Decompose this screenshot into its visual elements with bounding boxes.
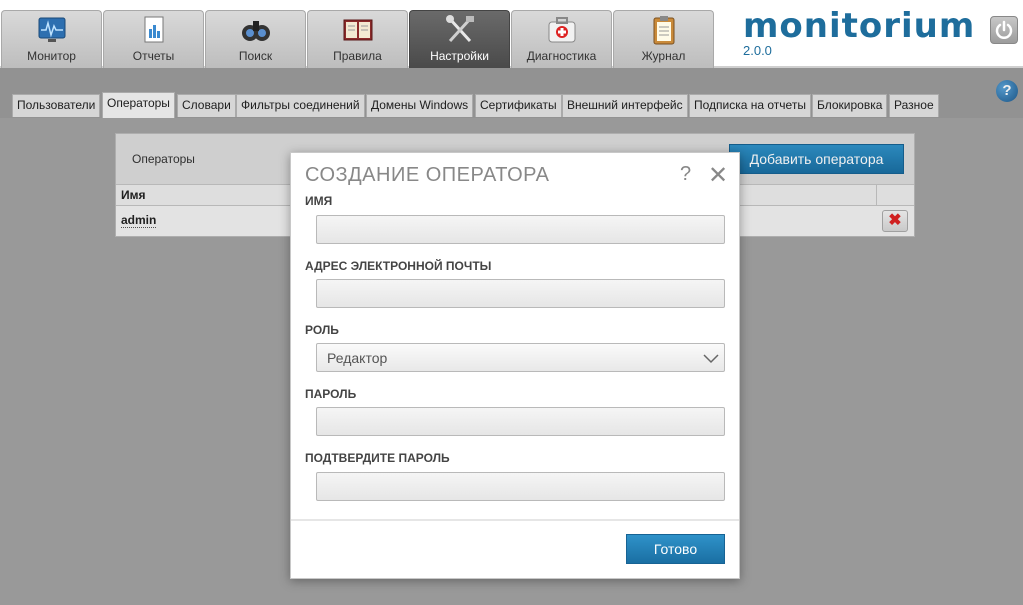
dialog-help-icon[interactable]: ? xyxy=(680,163,691,186)
confirm-password-label: ПОДТВЕРДИТЕ ПАРОЛЬ xyxy=(305,451,450,465)
create-operator-dialog: СОЗДАНИЕ ОПЕРАТОРА ? ✕ ИМЯ АДРЕС ЭЛЕКТРО… xyxy=(290,152,740,579)
tab-label: Монитор xyxy=(27,49,76,63)
name-label: ИМЯ xyxy=(305,194,333,208)
confirm-password-input[interactable] xyxy=(316,472,725,501)
chevron-down-icon xyxy=(703,354,719,364)
tab-label: Отчеты xyxy=(132,49,175,63)
name-input[interactable] xyxy=(316,215,725,244)
tab-rules[interactable]: Правила xyxy=(307,10,408,68)
tab-label: Диагностика xyxy=(526,49,597,63)
app-version: 2.0.0 xyxy=(743,43,772,58)
tab-diagnostics[interactable]: Диагностика xyxy=(511,10,612,68)
app-logo: monitorium xyxy=(743,6,976,46)
tools-icon xyxy=(446,15,474,43)
tab-search[interactable]: Поиск xyxy=(205,10,306,68)
tab-journal[interactable]: Журнал xyxy=(613,10,714,68)
monitor-icon xyxy=(38,17,66,42)
power-icon xyxy=(995,20,1013,39)
done-button[interactable]: Готово xyxy=(626,534,725,564)
first-aid-icon xyxy=(548,17,576,43)
email-input[interactable] xyxy=(316,279,725,308)
tab-label: Журнал xyxy=(641,49,686,63)
tab-monitor[interactable]: Монитор xyxy=(1,10,102,68)
email-label: АДРЕС ЭЛЕКТРОННОЙ ПОЧТЫ xyxy=(305,259,492,273)
binoculars-icon xyxy=(242,21,270,41)
tab-label: Настройки xyxy=(430,49,489,63)
role-label: РОЛЬ xyxy=(305,323,339,337)
clipboard-icon xyxy=(653,16,675,45)
tab-settings[interactable]: Настройки xyxy=(409,10,510,68)
role-selected-value: Редактор xyxy=(327,350,388,366)
tab-reports[interactable]: Отчеты xyxy=(103,10,204,68)
password-input[interactable] xyxy=(316,407,725,436)
rules-book-icon xyxy=(343,19,373,41)
tab-label: Правила xyxy=(333,49,382,63)
reports-icon xyxy=(144,16,164,43)
close-icon[interactable]: ✕ xyxy=(708,161,728,190)
tab-label: Поиск xyxy=(238,49,273,63)
role-select[interactable]: Редактор xyxy=(316,343,725,372)
power-button[interactable] xyxy=(990,16,1018,44)
password-label: ПАРОЛЬ xyxy=(305,387,357,401)
dialog-divider xyxy=(291,519,739,521)
dialog-title: СОЗДАНИЕ ОПЕРАТОРА xyxy=(305,164,550,186)
